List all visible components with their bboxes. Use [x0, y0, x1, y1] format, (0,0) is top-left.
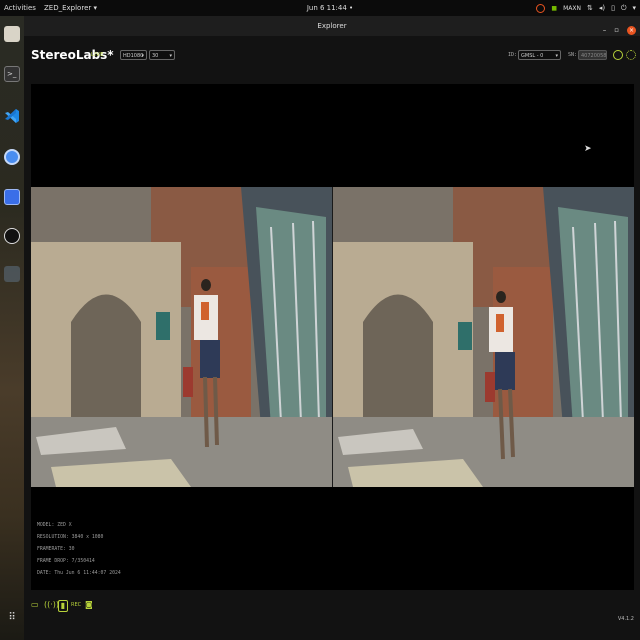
dock: >_ ⠿ — [0, 16, 24, 640]
chromium-icon[interactable] — [4, 149, 20, 165]
system-top-bar: Activities ZED_Explorer ▾ Jun 6 11:44 • … — [0, 0, 640, 16]
system-tray[interactable]: ■ MAXN ⇅ ◂) ▯ ⏻ ▾ — [536, 3, 636, 13]
camera-viewer[interactable]: MODEL: ZED X RESOLUTION: 3840 x 1080 FRA… — [31, 84, 634, 590]
fps-select[interactable]: 30 ▾ — [149, 50, 175, 60]
nvidia-icon[interactable] — [536, 3, 546, 13]
snapshot-icon[interactable]: ◙ — [85, 600, 93, 610]
zed-explorer-icon[interactable] — [4, 266, 20, 282]
live-badge: LIVE — [91, 52, 104, 58]
app-footer: ▭ ((·)) ▮ REC ◙ V4.1.2 — [24, 596, 640, 640]
chevron-down-icon[interactable]: ▾ — [632, 4, 636, 12]
app-header: StereoLabs* LIVE HD1080 ▾ 30 ▾ ID: GMSL … — [24, 36, 640, 74]
nvidia-power-icon[interactable]: ■ — [551, 5, 557, 12]
files-icon[interactable] — [4, 26, 20, 42]
serial-number-label: SN: — [568, 52, 578, 58]
chevron-down-icon: ▾ — [555, 53, 558, 59]
volume-icon[interactable]: ◂) — [599, 4, 605, 12]
info-date: DATE: Thu Jun 6 11:44:07 2024 — [37, 571, 121, 576]
right-camera-image — [333, 187, 634, 487]
info-frame-drop: FRAME DROP: 7/350414 — [37, 559, 95, 564]
app-menu[interactable]: ZED_Explorer ▾ — [44, 4, 97, 12]
camera-info-panel: MODEL: ZED X RESOLUTION: 3840 x 1080 FRA… — [37, 520, 121, 580]
chevron-down-icon: ▾ — [141, 53, 144, 59]
show-apps-icon[interactable]: ⠿ — [4, 610, 20, 626]
resolution-value: HD1080 — [123, 53, 144, 59]
obs-icon[interactable] — [4, 228, 20, 244]
version-label: V4.1.2 — [617, 616, 634, 622]
screenshot-icon[interactable] — [4, 189, 20, 205]
camera-id-label: ID: — [508, 52, 518, 58]
battery-icon[interactable]: ▯ — [611, 4, 615, 12]
activities-button[interactable]: Activities — [4, 4, 36, 12]
info-model: MODEL: ZED X — [37, 523, 72, 528]
serial-number-value: 40720058 — [581, 53, 607, 59]
folder-icon[interactable]: ▭ — [31, 600, 39, 610]
serial-number-field: 40720058 — [578, 50, 607, 60]
stream-icon[interactable]: ((·)) — [44, 600, 59, 610]
info-resolution: RESOLUTION: 3840 x 1080 — [37, 535, 104, 540]
power-icon[interactable]: ⏻ — [621, 4, 627, 13]
close-icon[interactable]: × — [627, 25, 636, 35]
stereo-image-pair — [31, 187, 634, 487]
chevron-down-icon: ▾ — [169, 53, 172, 59]
network-icon[interactable]: ⇅ — [587, 4, 593, 12]
rec-label[interactable]: REC — [71, 600, 81, 610]
fps-value: 30 — [152, 53, 159, 59]
refresh-icon[interactable] — [613, 50, 623, 60]
window-title-bar: Explorer – ▫ × — [24, 16, 640, 36]
power-mode-label[interactable]: MAXN — [563, 5, 581, 12]
info-framerate: FRAMERATE: 30 — [37, 547, 75, 552]
window-title: Explorer — [317, 22, 347, 30]
camera-id-select[interactable]: GMSL - 0 ▾ — [518, 50, 561, 60]
explorer-app: StereoLabs* LIVE HD1080 ▾ 30 ▾ ID: GMSL … — [24, 36, 640, 640]
mouse-cursor-icon: ➤ — [584, 144, 592, 154]
vscode-icon[interactable] — [4, 108, 20, 124]
left-camera-image — [31, 187, 332, 487]
svo-icon[interactable]: ▮ — [58, 600, 68, 612]
terminal-icon[interactable]: >_ — [4, 66, 20, 82]
resolution-select[interactable]: HD1080 ▾ — [120, 50, 147, 60]
settings-icon[interactable] — [626, 50, 636, 60]
camera-id-value: GMSL - 0 — [521, 53, 544, 59]
clock[interactable]: Jun 6 11:44 • — [300, 4, 360, 12]
